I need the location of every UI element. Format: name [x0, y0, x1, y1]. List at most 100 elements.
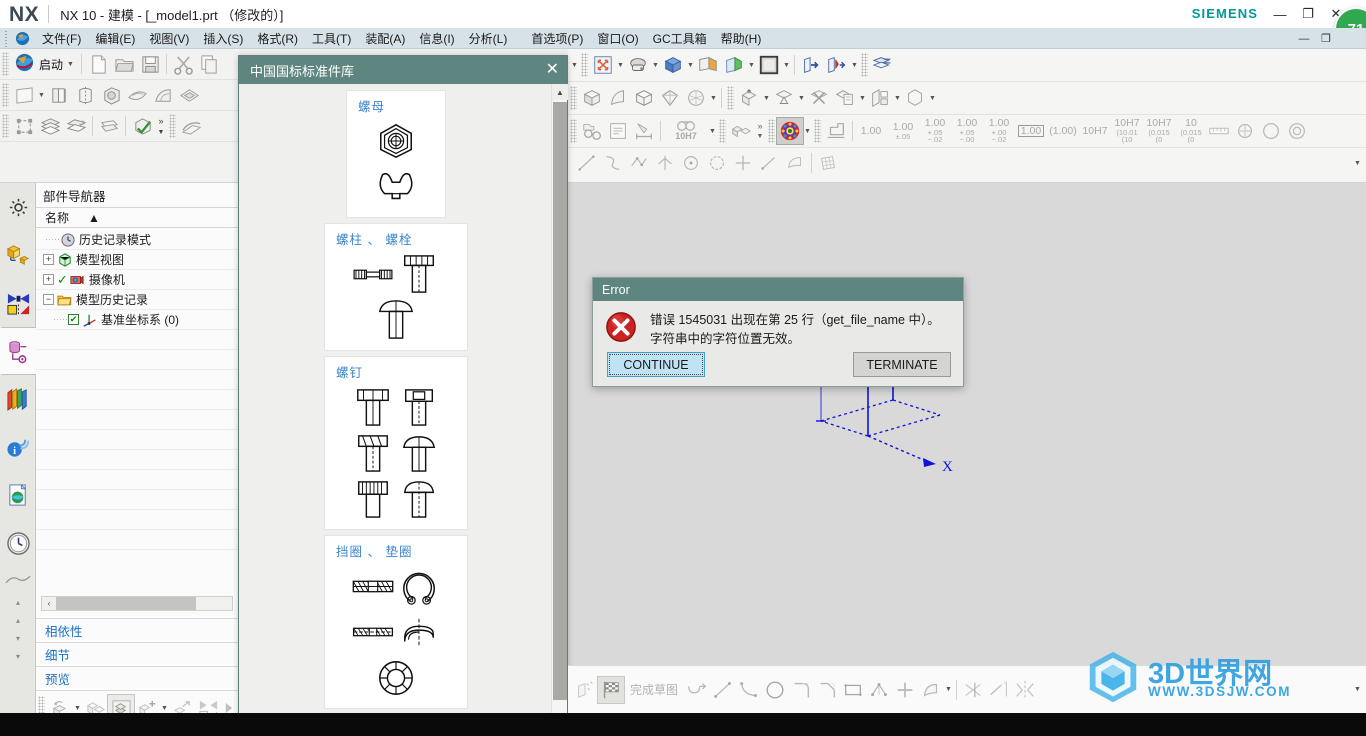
- tolerance-caret[interactable]: ▼: [708, 119, 717, 143]
- feature-sets-icon[interactable]: [579, 118, 605, 144]
- trimetric-icon[interactable]: [657, 85, 683, 111]
- wing-nut-icon[interactable]: [373, 164, 419, 210]
- cheese-screw-icon[interactable]: [396, 476, 442, 522]
- menu-item-edit[interactable]: 编辑(E): [88, 28, 142, 49]
- tab-washer-icon[interactable]: [373, 655, 419, 701]
- cut-scissors-icon[interactable]: [170, 51, 196, 77]
- hide-icon[interactable]: [824, 52, 850, 78]
- knurled-screw-icon[interactable]: [350, 476, 396, 522]
- finish-sketch-label[interactable]: 完成草图: [624, 681, 684, 698]
- annotation-grip[interactable]: [570, 119, 577, 143]
- more-chevrons-icon-2[interactable]: »: [757, 122, 762, 131]
- move-face-icon[interactable]: [736, 85, 762, 111]
- rail-item-hd3d-info[interactable]: i: [0, 423, 36, 471]
- tree-expander-minus[interactable]: −: [43, 294, 54, 305]
- tolerance-item-fit-limits[interactable]: 10H7 (10.01 (10: [1112, 118, 1142, 144]
- standard-parts-caret[interactable]: ▼: [803, 119, 812, 143]
- view-toolbar-grip[interactable]: [581, 53, 588, 77]
- rail-item-part-navigator[interactable]: [0, 327, 36, 375]
- background-icon[interactable]: [756, 52, 782, 78]
- datum-plane-icon[interactable]: [178, 113, 204, 139]
- rail-item-reuse-library[interactable]: [0, 375, 36, 423]
- mdi-restore-button[interactable]: ❐: [1316, 30, 1336, 47]
- tolerance-item-reference[interactable]: (1.00): [1048, 125, 1078, 137]
- fit-view-caret[interactable]: ▼: [616, 53, 625, 77]
- tree-item-datum-csys[interactable]: ✔ 基准坐标系 (0): [36, 310, 238, 330]
- background-caret[interactable]: ▼: [782, 53, 791, 77]
- tolerance-item-boxed[interactable]: 1.00: [1016, 124, 1046, 138]
- dimension-icon[interactable]: [631, 118, 657, 144]
- sketch-plane-icon[interactable]: [11, 82, 37, 108]
- weld-grip[interactable]: [814, 119, 821, 143]
- circle-icon[interactable]: [762, 677, 788, 703]
- grid-icon[interactable]: [815, 150, 841, 176]
- tree-item-cameras[interactable]: + ✓ 摄像机: [36, 270, 238, 290]
- point-icon[interactable]: [892, 677, 918, 703]
- library-scrollbar[interactable]: ▲ ▼: [551, 84, 568, 736]
- graphics-viewport[interactable]: X: [568, 183, 1366, 665]
- rail-scroll-down-1[interactable]: ▾: [0, 629, 36, 647]
- toolbar-grip[interactable]: [2, 52, 9, 76]
- sort-ascending-icon[interactable]: ▲: [88, 211, 100, 225]
- hex-nut-icon[interactable]: [373, 118, 419, 164]
- extend-icon[interactable]: [986, 677, 1012, 703]
- circle-center-icon[interactable]: [678, 150, 704, 176]
- offset-caret[interactable]: ▼: [944, 678, 953, 702]
- menu-item-gc-toolbox[interactable]: GC工具箱: [646, 28, 714, 49]
- toolbar-grip-2[interactable]: [2, 83, 9, 107]
- spring-washer-icon[interactable]: [396, 609, 442, 655]
- rail-scroll-up-2[interactable]: ▴: [0, 611, 36, 629]
- polyline-icon[interactable]: [626, 150, 652, 176]
- offset-curve-icon[interactable]: [918, 677, 944, 703]
- draft-icon[interactable]: [150, 82, 176, 108]
- sketch-chevron-icon[interactable]: ▼: [37, 83, 46, 107]
- tolerance-item-fit[interactable]: 10H7: [1080, 125, 1110, 137]
- modeling-grip[interactable]: [570, 86, 577, 110]
- show-hide-icon[interactable]: [798, 52, 824, 78]
- section-dependencies[interactable]: 相依性: [36, 618, 239, 642]
- taper-caret[interactable]: ▼: [797, 86, 806, 110]
- menu-item-window[interactable]: 窗口(O): [590, 28, 645, 49]
- section-icon[interactable]: [721, 52, 747, 78]
- datum-feature-icon[interactable]: [1232, 118, 1258, 144]
- isometric-icon[interactable]: [683, 85, 709, 111]
- weld-symbol-icon[interactable]: [823, 118, 849, 144]
- line-icon[interactable]: [710, 677, 736, 703]
- taper-icon[interactable]: [771, 85, 797, 111]
- visibility-checkbox[interactable]: ✔: [68, 314, 79, 325]
- fit-view-icon[interactable]: [590, 52, 616, 78]
- section-caret[interactable]: ▼: [747, 53, 756, 77]
- section-details[interactable]: 细节: [36, 642, 239, 666]
- note-text-icon[interactable]: [605, 118, 631, 144]
- trim-icon[interactable]: [960, 677, 986, 703]
- synchronous-grip[interactable]: [727, 86, 734, 110]
- socket-screw-icon[interactable]: [396, 384, 442, 430]
- tolerance-item-fit-dev[interactable]: 10H7 (0.015 (0: [1144, 118, 1174, 144]
- library-dialog-title-bar[interactable]: 中国国标标准件库 ✕: [239, 56, 567, 84]
- copy-icon[interactable]: [196, 51, 222, 77]
- revolve-icon[interactable]: [72, 82, 98, 108]
- slotted-screw-icon[interactable]: [350, 430, 396, 476]
- point-icon[interactable]: [730, 150, 756, 176]
- curve-overflow-caret[interactable]: ▼: [1353, 151, 1362, 175]
- menu-grip[interactable]: [3, 29, 11, 47]
- window-maximize-button[interactable]: ❐: [1294, 0, 1322, 28]
- pattern-caret[interactable]: ▼: [757, 133, 764, 140]
- menu-item-assemblies[interactable]: 装配(A): [358, 28, 412, 49]
- sketch-constraint-icon[interactable]: [572, 677, 598, 703]
- continue-button[interactable]: CONTINUE: [607, 352, 705, 377]
- tree-expander-plus[interactable]: +: [43, 274, 54, 285]
- extrude-icon[interactable]: [46, 82, 72, 108]
- menu-item-format[interactable]: 格式(R): [250, 28, 305, 49]
- layer-settings-icon[interactable]: [37, 113, 63, 139]
- flat-washer-icon[interactable]: [350, 609, 396, 655]
- menu-item-analysis[interactable]: 分析(L): [462, 28, 515, 49]
- scroll-thumb[interactable]: [56, 597, 196, 610]
- shaded-icon[interactable]: [579, 85, 605, 111]
- menu-item-view[interactable]: 视图(V): [142, 28, 196, 49]
- round-head-bolt-icon[interactable]: [373, 297, 419, 343]
- orient-caret[interactable]: ▼: [686, 53, 695, 77]
- rail-item-assembly-navigator[interactable]: [0, 231, 36, 279]
- menu-item-tools[interactable]: 工具(T): [305, 28, 358, 49]
- offset-curve-icon[interactable]: [782, 150, 808, 176]
